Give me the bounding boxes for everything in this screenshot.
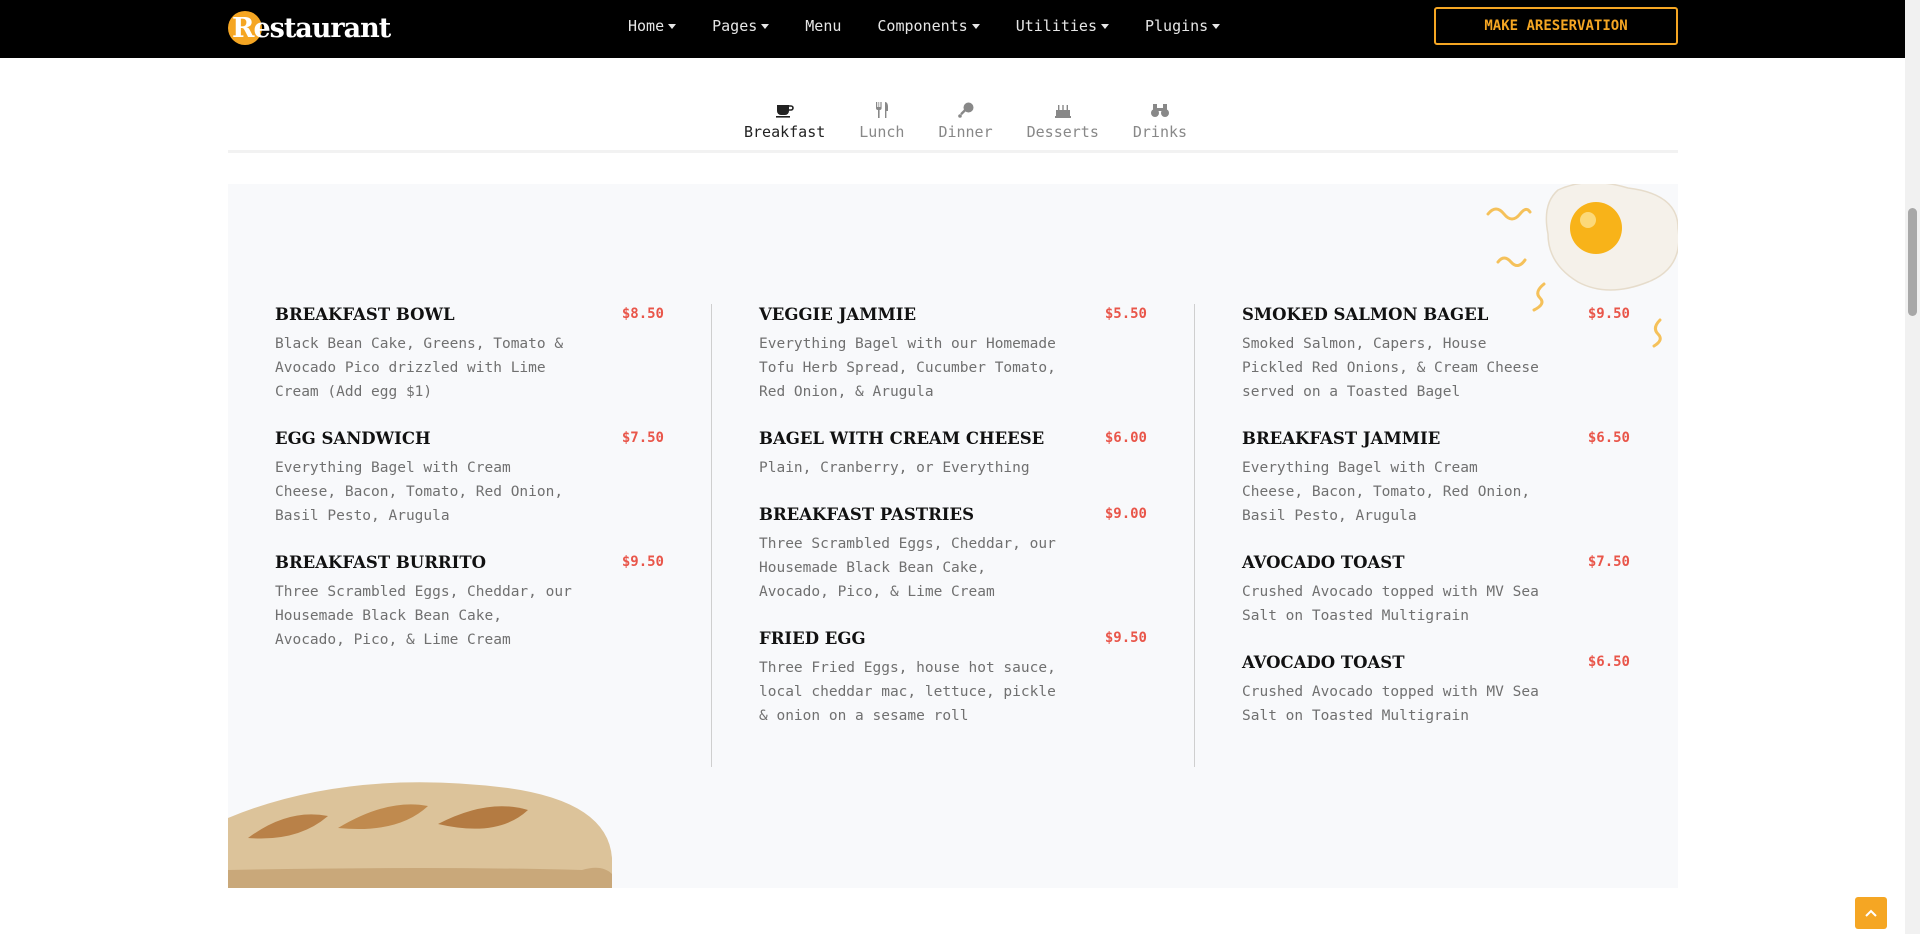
page-scrollbar[interactable]	[1905, 0, 1920, 934]
menu-item: Breakfast Pastries $9.00 Three Scrambled…	[712, 504, 1194, 604]
menu-item-description: Crushed Avocado topped with MV Sea Salt …	[1242, 684, 1539, 724]
make-reservation-button[interactable]: MAKE ARESERVATION	[1434, 7, 1678, 45]
menu-panel: Breakfast Bowl $8.50 Black Bean Cake, Gr…	[228, 184, 1678, 888]
nav-item-pages[interactable]: Pages	[712, 17, 770, 35]
brand-logo[interactable]: Restaurant	[228, 10, 391, 46]
menu-item-price: $9.50	[1104, 630, 1147, 646]
menu-item: Breakfast Jammie $6.50 Everything Bagel …	[1195, 428, 1677, 528]
nav-item-utilities[interactable]: Utilities	[1016, 17, 1109, 35]
cake-icon	[1054, 100, 1072, 120]
nav-item-plugins[interactable]: Plugins	[1145, 17, 1221, 35]
drumstick-icon	[957, 100, 975, 120]
tab-breakfast[interactable]: Breakfast	[727, 100, 843, 152]
menu-item: Avocado Toast $6.50 Crushed Avocado topp…	[1195, 652, 1677, 728]
nav-item-label: Pages	[712, 17, 758, 35]
brand-name: Restaurant	[232, 12, 391, 44]
menu-item-description: Plain, Cranberry, or Everything	[759, 460, 1030, 476]
chevron-down-icon	[761, 23, 770, 29]
menu-item-price: $9.50	[1587, 306, 1630, 322]
nav-item-label: Utilities	[1015, 17, 1097, 35]
tab-dinner[interactable]: Dinner	[921, 100, 1009, 152]
nav-item-components[interactable]: Components	[877, 17, 980, 35]
menu-item-description: Three Fried Eggs, house hot sauce, local…	[759, 660, 1056, 724]
menu-item-price: $7.50	[621, 430, 664, 446]
chevron-down-icon	[668, 23, 677, 29]
menu-item-description: Three Scrambled Eggs, Cheddar, our House…	[759, 536, 1056, 600]
menu-item-description: Crushed Avocado topped with MV Sea Salt …	[1242, 584, 1539, 624]
nav-item-label: Home	[628, 17, 665, 35]
menu-column-3: Smoked Salmon Bagel $9.50 Smoked Salmon,…	[1194, 304, 1677, 767]
menu-item-price: $5.50	[1104, 306, 1147, 322]
menu-item-description: Black Bean Cake, Greens, Tomato & Avocad…	[275, 336, 564, 400]
fork-knife-icon	[874, 100, 890, 120]
tab-label: Lunch	[859, 123, 905, 141]
menu-item-description: Smoked Salmon, Capers, House Pickled Red…	[1242, 336, 1539, 400]
menu-item: Fried Egg $9.50 Three Fried Eggs, house …	[712, 628, 1194, 728]
menu-item: Avocado Toast $7.50 Crushed Avocado topp…	[1195, 552, 1677, 628]
menu-item-price: $7.50	[1587, 554, 1630, 570]
tab-desserts[interactable]: Desserts	[1010, 100, 1116, 152]
binoculars-icon	[1150, 100, 1170, 120]
chevron-up-icon	[1865, 909, 1877, 917]
coffee-cup-icon	[775, 100, 795, 120]
nav-links: Home Pages Menu Components Utilities Plu…	[628, 0, 1256, 52]
tab-label: Desserts	[1026, 123, 1099, 141]
menu-item: Egg Sandwich $7.50 Everything Bagel with…	[228, 428, 711, 528]
menu-item: Breakfast Burrito $9.50 Three Scrambled …	[228, 552, 711, 652]
menu-item-price: $6.50	[1587, 654, 1630, 670]
tabs-divider	[228, 150, 1678, 153]
nav-item-label: Menu	[805, 17, 842, 35]
menu-item-description: Three Scrambled Eggs, Cheddar, our House…	[275, 584, 572, 648]
menu-item: Breakfast Bowl $8.50 Black Bean Cake, Gr…	[228, 304, 711, 404]
menu-item: Bagel With Cream Cheese $6.00 Plain, Cra…	[712, 428, 1194, 480]
menu-item-price: $6.50	[1587, 430, 1630, 446]
nav-item-label: Plugins	[1145, 17, 1209, 35]
scrollbar-thumb[interactable]	[1908, 208, 1917, 316]
menu-column-2: Veggie Jammie $5.50 Everything Bagel wit…	[711, 304, 1194, 767]
menu-item-description: Everything Bagel with our Homemade Tofu …	[759, 336, 1056, 400]
top-navbar: Restaurant Home Pages Menu Components Ut…	[0, 0, 1905, 58]
menu-item: Smoked Salmon Bagel $9.50 Smoked Salmon,…	[1195, 304, 1677, 404]
chevron-down-icon	[1101, 23, 1109, 29]
nav-item-home[interactable]: Home	[628, 17, 677, 35]
menu-item-price: $8.50	[621, 306, 664, 322]
back-to-top-button[interactable]	[1855, 897, 1887, 929]
menu-item-price: $9.00	[1104, 506, 1147, 522]
chevron-down-icon	[1212, 23, 1221, 29]
bread-loaf-decoration	[228, 782, 612, 888]
menu-item-description: Everything Bagel with Cream Cheese, Baco…	[275, 460, 564, 524]
chevron-down-icon	[971, 23, 980, 29]
menu-column-1: Breakfast Bowl $8.50 Black Bean Cake, Gr…	[228, 304, 711, 676]
tab-label: Breakfast	[744, 123, 826, 141]
menu-category-tabs: Breakfast Lunch Dinner Desserts Drinks	[727, 100, 1204, 152]
tab-label: Drinks	[1132, 123, 1188, 141]
menu-item-description: Everything Bagel with Cream Cheese, Baco…	[1242, 460, 1531, 524]
tab-label: Dinner	[938, 123, 993, 141]
menu-item: Veggie Jammie $5.50 Everything Bagel wit…	[712, 304, 1194, 404]
tab-lunch[interactable]: Lunch	[842, 100, 921, 152]
menu-item-price: $9.50	[621, 554, 664, 570]
nav-item-menu[interactable]: Menu	[805, 17, 841, 35]
nav-item-label: Components	[877, 17, 968, 35]
menu-item-price: $6.00	[1104, 430, 1147, 446]
tab-drinks[interactable]: Drinks	[1116, 100, 1204, 152]
